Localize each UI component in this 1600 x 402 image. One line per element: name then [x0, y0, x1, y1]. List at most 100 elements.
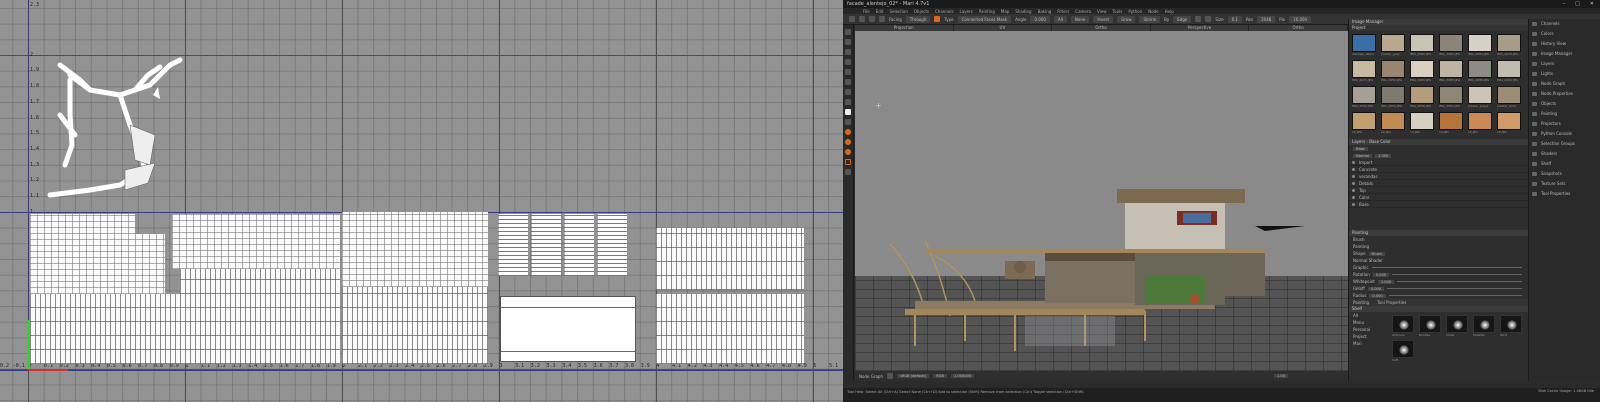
uv-island-planks-a[interactable] [498, 214, 528, 276]
menu-item[interactable]: Tools [1112, 9, 1122, 14]
background-color-icon[interactable] [845, 119, 851, 125]
image-thumbnail[interactable]: IMG_2061.JPG [1410, 34, 1434, 56]
image-thumbnail[interactable]: plaster_grey [1381, 34, 1405, 56]
menu-item[interactable]: Channels [935, 9, 954, 14]
brush-icon[interactable] [1195, 16, 1202, 22]
menu-item[interactable]: Selection [889, 9, 907, 14]
slider-track[interactable] [1388, 295, 1522, 296]
image-thumbnail[interactable]: IMG_2070.JPG [1497, 34, 1521, 56]
menu-item[interactable]: Baking [1038, 9, 1052, 14]
menu-item[interactable]: Node [1148, 9, 1158, 14]
uv-island-sheet[interactable] [500, 296, 636, 362]
colorspace-dropdown[interactable]: sRGB (default) [896, 374, 930, 378]
image-thumbnail[interactable]: IMG_2050.JPG [1352, 86, 1376, 108]
menu-item[interactable]: Help [1165, 9, 1174, 14]
slider-track[interactable] [1392, 274, 1522, 275]
uv-island-boards-top[interactable] [656, 228, 804, 290]
dock-item[interactable]: Layers [1529, 59, 1600, 69]
uv-island-house-lower[interactable] [30, 294, 185, 364]
3d-viewport[interactable]: + [855, 31, 1348, 371]
image-thumbnail[interactable]: IMG_2071.JPG [1352, 60, 1376, 82]
normal-shader-section[interactable]: Normal Shader [1349, 257, 1528, 264]
node-graph-tab[interactable]: Node Graph [859, 374, 883, 379]
menu-item[interactable]: Painting [979, 9, 995, 14]
image-thumbnail[interactable]: 12.JPG [1381, 112, 1405, 134]
dock-item[interactable]: Selection Groups [1529, 139, 1600, 149]
eye-icon[interactable] [1352, 203, 1355, 206]
brush-preset[interactable]: Hard [1500, 315, 1524, 337]
brush-preset[interactable]: Bristles [1419, 315, 1443, 337]
angle-field[interactable]: 0.000 [1030, 15, 1050, 23]
dock-item[interactable]: Shaders [1529, 149, 1600, 159]
shape-dropdown[interactable]: Brush [1368, 251, 1385, 256]
shelf-item[interactable]: Personal [1349, 326, 1389, 333]
blend-dropdown[interactable]: Normal [1353, 153, 1373, 158]
menu-item[interactable]: File [863, 9, 870, 14]
select-none-button[interactable]: None [1070, 15, 1090, 23]
dock-item[interactable]: Channels [1529, 19, 1600, 29]
image-thumbnail[interactable]: IMG_2083.JPG [1439, 60, 1463, 82]
play-icon[interactable] [886, 373, 893, 379]
clone-tool-icon[interactable] [845, 79, 851, 85]
uv-island-house-upper[interactable] [30, 234, 165, 294]
paint-through-icon[interactable] [845, 139, 851, 145]
blur-tool-icon[interactable] [845, 69, 851, 75]
brush-preset[interactable]: Airbrush [1392, 315, 1416, 337]
fill-tool-icon[interactable] [845, 89, 851, 95]
image-thumbnail[interactable]: IMG_2056.JPG [1410, 86, 1434, 108]
image-thumbnail[interactable]: IMG_2062.JPG [1439, 34, 1463, 56]
dock-item[interactable]: Lights [1529, 69, 1600, 79]
size-field[interactable]: 0.1 [1227, 15, 1242, 23]
eye-icon[interactable] [1352, 182, 1355, 185]
tab-tool-properties[interactable]: Tool Properties [1377, 300, 1406, 305]
select-icon[interactable] [849, 16, 855, 22]
layer-item[interactable]: Concrete [1349, 166, 1528, 173]
marquee-icon[interactable] [869, 16, 875, 22]
uv-island-walls-3[interactable] [342, 212, 488, 287]
dock-item[interactable]: Snapshots [1529, 169, 1600, 179]
slider-track[interactable] [1397, 281, 1522, 282]
display-mode-dropdown[interactable]: RGB [933, 374, 947, 378]
dock-item[interactable]: Python Console [1529, 129, 1600, 139]
close-icon[interactable]: ✕ [1590, 1, 1594, 7]
projection-icon[interactable] [845, 129, 851, 135]
grow-button[interactable]: Grow [1117, 15, 1136, 23]
invert-button[interactable]: Invert [1093, 15, 1114, 23]
mask-icon[interactable] [934, 16, 941, 22]
uv-island-planks-d[interactable] [597, 214, 627, 276]
dock-item[interactable]: Node Properties [1529, 89, 1600, 99]
image-thumbnail[interactable]: 13.JPG [1410, 112, 1434, 134]
eye-icon[interactable] [1352, 161, 1355, 164]
uv-island-walls-1[interactable] [172, 214, 340, 269]
image-thumbnail[interactable]: 14.JPG [1439, 112, 1463, 134]
uv-editor[interactable]: 2.321.91.81.71.61.51.41.31.21.110.90.80.… [0, 0, 854, 402]
dock-item[interactable]: Projectors [1529, 119, 1600, 129]
eye-icon[interactable] [1352, 189, 1355, 192]
select-all-button[interactable]: All [1053, 15, 1067, 23]
eye-icon[interactable] [1352, 196, 1355, 199]
layer-item[interactable]: verandas [1349, 173, 1528, 180]
picker-tool-icon[interactable] [845, 99, 851, 105]
shelf-item[interactable]: Project [1349, 333, 1389, 340]
shelf-item[interactable]: Menu [1349, 319, 1389, 326]
image-thumbnail[interactable]: IMG_2059.JPG [1381, 60, 1405, 82]
uv-island-tree[interactable] [30, 55, 190, 205]
uv-island-walls-2[interactable] [180, 269, 340, 364]
foreground-color-icon[interactable] [845, 109, 851, 115]
shelf-item[interactable]: Mari [1349, 340, 1389, 347]
brush-preset[interactable]: Soft [1392, 340, 1416, 362]
res-field[interactable]: 2048 [1257, 15, 1276, 23]
image-thumbnail[interactable]: IMG_2080.JPG [1410, 60, 1434, 82]
uv-island-boards-bottom[interactable] [656, 294, 804, 364]
eye-icon[interactable] [1352, 175, 1355, 178]
dock-item[interactable]: Image Manager [1529, 49, 1600, 59]
eye-icon[interactable] [1352, 168, 1355, 171]
transform-tool-icon[interactable] [845, 39, 851, 45]
exposure-field[interactable]: 1.000000 [950, 374, 975, 378]
menu-item[interactable]: Filters [1057, 9, 1069, 14]
uv-island-walls-4[interactable] [342, 287, 488, 364]
uv-island-planks-b[interactable] [531, 214, 561, 276]
tab-painting[interactable]: Painting [1353, 300, 1369, 305]
brush-preset[interactable]: Chalk [1446, 315, 1470, 337]
menu-item[interactable]: Map [1001, 9, 1009, 14]
